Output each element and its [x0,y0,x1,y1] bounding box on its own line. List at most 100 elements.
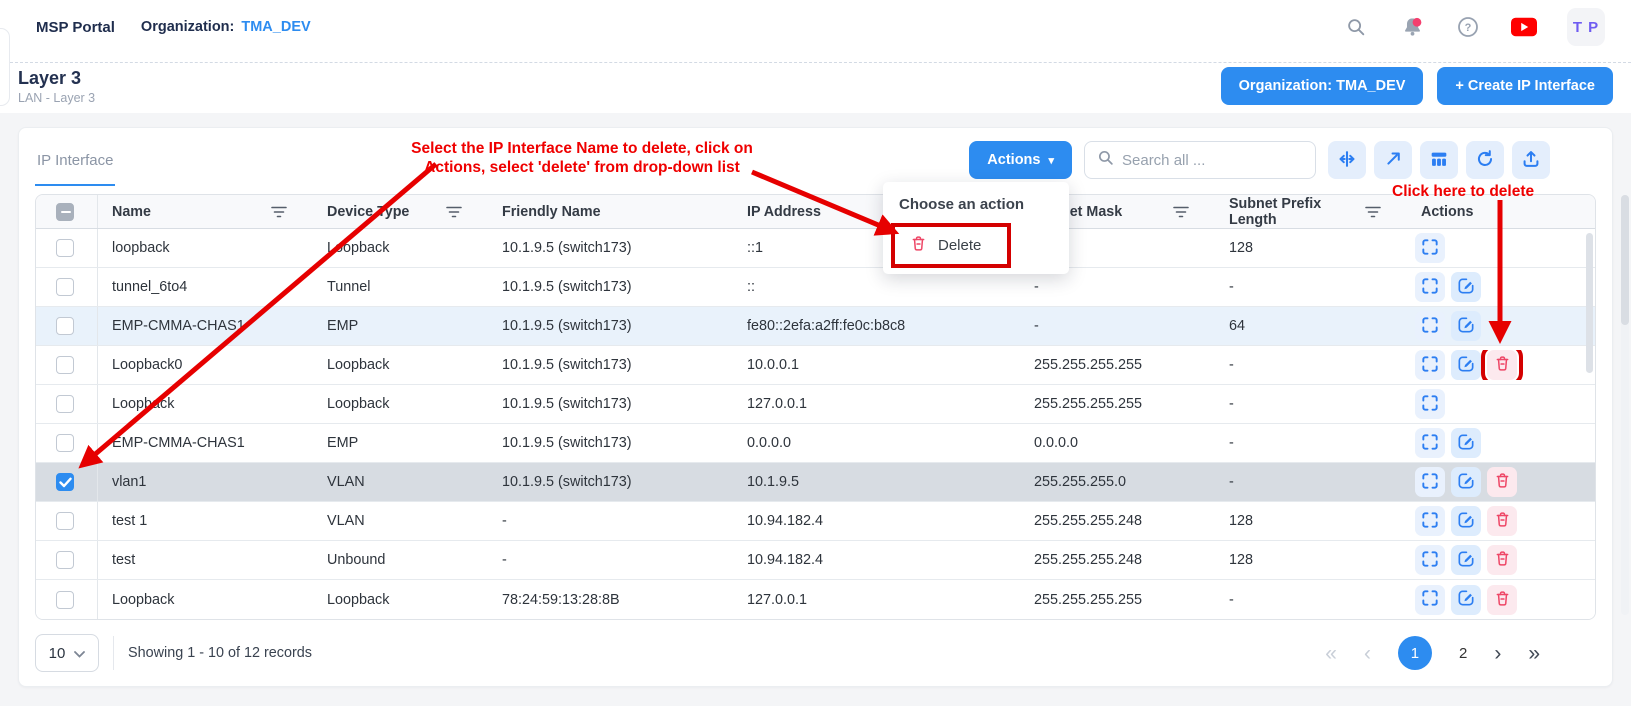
org-value-link[interactable]: TMA_DEV [241,19,310,35]
pagination-next-button[interactable]: › [1494,643,1501,664]
delete-row-button[interactable] [1487,585,1517,615]
filter-icon[interactable] [1173,205,1189,219]
edit-icon [1456,471,1476,494]
select-all-checkbox[interactable] [56,203,74,221]
row-checkbox[interactable] [56,473,74,491]
delete-row-button[interactable] [1487,350,1517,380]
refresh-button[interactable] [1466,141,1504,179]
table-row[interactable]: tunnel_6to4Tunnel10.1.9.5 (switch173)::-… [36,268,1595,307]
cell-device-type: EMP [313,318,488,334]
export-button[interactable] [1512,141,1550,179]
row-checkbox[interactable] [56,512,74,530]
delete-row-button[interactable] [1487,467,1517,497]
cell-name: test 1 [98,513,313,529]
cell-ip-address: 127.0.0.1 [733,592,1020,608]
table-row[interactable]: test 1VLAN-10.94.182.4255.255.255.248128 [36,502,1595,541]
table-row[interactable]: Loopback0Loopback10.1.9.5 (switch173)10.… [36,346,1595,385]
row-checkbox-cell [36,580,98,619]
search-input[interactable] [1122,152,1305,169]
filter-icon[interactable] [271,205,287,219]
filter-icon[interactable] [1365,205,1381,219]
column-label: Friendly Name [502,204,601,220]
pagination-first-button[interactable]: « [1325,643,1337,664]
top-navbar: MSP Portal Organization: TMA_DEV ? T P [0,0,1631,63]
table-row[interactable]: vlan1VLAN10.1.9.5 (switch173)10.1.9.5255… [36,463,1595,502]
expand-row-button[interactable] [1415,233,1445,263]
edit-row-button[interactable] [1451,467,1481,497]
search-icon[interactable] [1343,14,1369,40]
row-checkbox[interactable] [56,317,74,335]
pagination-page-2[interactable]: 2 [1459,646,1467,661]
search-box[interactable] [1084,141,1316,179]
table-row[interactable]: EMP-CMMA-CHAS1EMP10.1.9.5 (switch173)fe8… [36,307,1595,346]
expand-row-button[interactable] [1415,350,1445,380]
row-checkbox[interactable] [56,434,74,452]
edit-row-button[interactable] [1451,428,1481,458]
row-checkbox[interactable] [56,278,74,296]
edit-row-button[interactable] [1451,311,1481,341]
row-checkbox[interactable] [56,395,74,413]
expand-row-button[interactable] [1415,428,1445,458]
page-size-select[interactable]: 10 [35,634,99,672]
expand-row-button[interactable] [1415,272,1445,302]
table-columns-button[interactable] [1420,141,1458,179]
table-row[interactable]: testUnbound-10.94.182.4255.255.255.24812… [36,541,1595,580]
table-scrollbar-thumb[interactable] [1586,233,1593,373]
table-row[interactable]: EMP-CMMA-CHAS1EMP10.1.9.5 (switch173)0.0… [36,424,1595,463]
table-row[interactable]: loopbackLoopback10.1.9.5 (switch173)::11… [36,229,1595,268]
expand-row-button[interactable] [1415,467,1445,497]
pagination-prev-button[interactable]: ‹ [1364,643,1371,664]
cell-device-type: EMP [313,435,488,451]
actions-button[interactable]: Actions ▾ [969,141,1072,179]
create-ip-interface-button[interactable]: + Create IP Interface [1437,67,1613,105]
edit-icon [1456,549,1476,572]
delete-row-button[interactable] [1487,506,1517,536]
edit-row-button[interactable] [1451,585,1481,615]
cell-friendly-name: 10.1.9.5 (switch173) [488,279,733,295]
expand-row-button[interactable] [1415,545,1445,575]
edit-row-button[interactable] [1451,350,1481,380]
table-row[interactable]: LoopbackLoopback78:24:59:13:28:8B127.0.0… [36,580,1595,619]
organization-button[interactable]: Organization: TMA_DEV [1221,67,1424,105]
cell-subnet-prefix-length: - [1215,592,1407,608]
cell-subnet-prefix-length: - [1215,396,1407,412]
row-checkbox[interactable] [56,591,74,609]
cell-ip-address: 0.0.0.0 [733,435,1020,451]
edit-row-button[interactable] [1451,272,1481,302]
pagination-last-button[interactable]: » [1528,643,1540,664]
edit-row-button[interactable] [1451,545,1481,575]
youtube-icon[interactable] [1511,14,1537,40]
open-external-button[interactable] [1374,141,1412,179]
cell-name: loopback [98,240,313,256]
filter-icon[interactable] [446,205,462,219]
cell-device-type: Loopback [313,396,488,412]
column-label: IP Address [747,204,821,220]
pagination-page-1[interactable]: 1 [1398,636,1432,670]
edit-row-button[interactable] [1451,506,1481,536]
expand-row-button[interactable] [1415,585,1445,615]
row-checkbox-cell [36,463,98,501]
user-avatar[interactable]: T P [1567,8,1605,46]
expand-row-button[interactable] [1415,389,1445,419]
dropdown-item-delete[interactable]: Delete [895,227,1007,264]
page-scrollbar[interactable] [1621,195,1629,615]
help-icon[interactable]: ? [1455,14,1481,40]
sidebar-toggle-nub[interactable] [0,28,10,106]
cell-friendly-name: 10.1.9.5 (switch173) [488,318,733,334]
row-checkbox[interactable] [56,356,74,374]
row-checkbox[interactable] [56,239,74,257]
page-scrollbar-thumb[interactable] [1621,195,1629,325]
cell-friendly-name: 10.1.9.5 (switch173) [488,474,733,490]
notifications-icon[interactable] [1399,14,1425,40]
delete-row-button[interactable] [1487,545,1517,575]
column-resize-button[interactable] [1328,141,1366,179]
cell-subnet-prefix-length: 128 [1215,552,1407,568]
expand-row-button[interactable] [1415,311,1445,341]
tab-ip-interface[interactable]: IP Interface [35,140,115,180]
expand-row-button[interactable] [1415,506,1445,536]
cell-actions [1407,545,1596,575]
row-checkbox[interactable] [56,551,74,569]
row-checkbox-cell [36,541,98,579]
table-row[interactable]: LoopbackLoopback10.1.9.5 (switch173)127.… [36,385,1595,424]
cell-ip-address: fe80::2efa:a2ff:fe0c:b8c8 [733,318,1020,334]
